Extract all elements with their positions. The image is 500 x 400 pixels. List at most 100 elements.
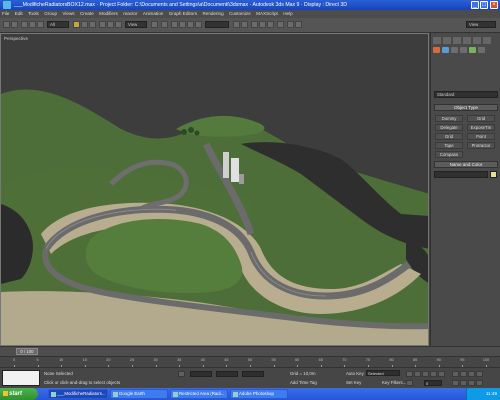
menu-modifiers[interactable]: Modifiers bbox=[99, 11, 118, 16]
start-button[interactable]: start bbox=[0, 388, 38, 400]
delegate-button[interactable]: Delegate bbox=[435, 124, 463, 131]
redo-icon[interactable] bbox=[11, 21, 18, 28]
helpers-icon[interactable] bbox=[469, 47, 476, 53]
snaps-toggle-icon[interactable] bbox=[171, 21, 178, 28]
space-warps-icon[interactable] bbox=[478, 47, 485, 53]
close-button[interactable]: × bbox=[490, 1, 498, 9]
dummy-button[interactable]: Dummy bbox=[435, 115, 463, 122]
exposetm-button[interactable]: ExposeTm bbox=[467, 124, 495, 131]
menu-group[interactable]: Group bbox=[44, 11, 57, 16]
helper-category-dropdown[interactable]: Standard bbox=[434, 91, 498, 98]
material-editor-icon[interactable] bbox=[277, 21, 284, 28]
current-frame-field[interactable]: 0 bbox=[424, 380, 442, 386]
unlink-icon[interactable] bbox=[29, 21, 36, 28]
select-manipulate-icon[interactable] bbox=[161, 21, 168, 28]
render-scene-icon[interactable] bbox=[287, 21, 294, 28]
grid-button-2[interactable]: Grid bbox=[435, 133, 463, 140]
undo-icon[interactable] bbox=[3, 21, 10, 28]
maxscript-listener-mini[interactable] bbox=[2, 370, 40, 386]
point-button[interactable]: Point bbox=[467, 133, 495, 140]
menu-edit[interactable]: Edit bbox=[15, 11, 23, 16]
selection-filter-dropdown[interactable]: All bbox=[47, 21, 69, 28]
protractor-button[interactable]: Protractor bbox=[467, 142, 495, 149]
menu-maxscript[interactable]: MAXScript bbox=[256, 11, 278, 16]
taskbar-item-photoshop[interactable]: Adobe Photoshop bbox=[230, 389, 288, 399]
align-icon[interactable] bbox=[241, 21, 248, 28]
zoom-extents-all-icon[interactable] bbox=[476, 371, 483, 377]
quick-render-icon[interactable] bbox=[295, 21, 302, 28]
key-mode-toggle-icon[interactable] bbox=[406, 380, 413, 386]
name-and-color-rollout[interactable]: Name and Color bbox=[434, 161, 498, 168]
object-name-field[interactable] bbox=[434, 171, 488, 178]
zoom-icon[interactable] bbox=[452, 371, 459, 377]
motion-tab-icon[interactable] bbox=[463, 37, 471, 44]
taskbar-item-google-earth[interactable]: Google Earth bbox=[110, 389, 168, 399]
menu-graph-editors[interactable]: Graph Editors bbox=[169, 11, 197, 16]
menu-create[interactable]: Create bbox=[80, 11, 94, 16]
previous-frame-icon[interactable] bbox=[414, 371, 421, 377]
select-by-name-icon[interactable] bbox=[81, 21, 88, 28]
goto-end-icon[interactable] bbox=[438, 371, 445, 377]
maximize-button[interactable]: □ bbox=[480, 1, 488, 9]
lock-selection-icon[interactable] bbox=[178, 371, 185, 377]
rectangle-selection-icon[interactable] bbox=[89, 21, 96, 28]
z-coordinate-field[interactable] bbox=[242, 371, 264, 377]
object-type-rollout[interactable]: Object Type bbox=[434, 104, 498, 111]
menu-rendering[interactable]: Rendering bbox=[202, 11, 223, 16]
next-frame-icon[interactable] bbox=[430, 371, 437, 377]
menu-file[interactable]: File bbox=[2, 11, 9, 16]
menu-animation[interactable]: Animation bbox=[143, 11, 163, 16]
shapes-icon[interactable] bbox=[442, 47, 449, 53]
zoom-extents-icon[interactable] bbox=[468, 371, 475, 377]
menu-help[interactable]: Help bbox=[283, 11, 292, 16]
named-selection-sets-dropdown[interactable] bbox=[205, 21, 229, 28]
taskbar-item-3dsmax[interactable]: ___ModificheRadiators... bbox=[48, 389, 108, 399]
key-mode-dropdown[interactable]: Selected bbox=[366, 370, 400, 376]
play-icon[interactable] bbox=[422, 371, 429, 377]
tape-button[interactable]: Tape bbox=[435, 142, 463, 149]
y-coordinate-field[interactable] bbox=[216, 371, 238, 377]
time-slider[interactable]: 0 / 100 bbox=[16, 348, 38, 355]
key-filters-button[interactable]: Key Filters... bbox=[382, 380, 406, 385]
reference-coordinate-dropdown[interactable]: View bbox=[125, 21, 147, 28]
taskbar-item-browser[interactable]: Restricted Area (Radi... bbox=[170, 389, 228, 399]
field-of-view-icon[interactable] bbox=[452, 380, 459, 386]
select-move-icon[interactable] bbox=[99, 21, 106, 28]
geometry-icon[interactable] bbox=[433, 47, 440, 53]
maximize-viewport-icon[interactable] bbox=[476, 380, 483, 386]
goto-start-icon[interactable] bbox=[406, 371, 413, 377]
add-time-tag-button[interactable]: Add Time Tag bbox=[290, 380, 317, 385]
curve-editor-icon[interactable] bbox=[259, 21, 266, 28]
angle-snap-icon[interactable] bbox=[179, 21, 186, 28]
lights-icon[interactable] bbox=[451, 47, 458, 53]
viewport-label[interactable]: Perspective bbox=[4, 36, 28, 41]
create-tab-icon[interactable] bbox=[433, 37, 441, 44]
schematic-view-icon[interactable] bbox=[267, 21, 274, 28]
perspective-viewport[interactable]: Perspective bbox=[0, 33, 429, 346]
menu-reactor[interactable]: reactor bbox=[123, 11, 137, 16]
object-color-swatch[interactable] bbox=[490, 171, 497, 178]
menu-customize[interactable]: Customize bbox=[229, 11, 251, 16]
select-rotate-icon[interactable] bbox=[107, 21, 114, 28]
orbit-icon[interactable] bbox=[468, 380, 475, 386]
menu-views[interactable]: Views bbox=[62, 11, 74, 16]
hierarchy-tab-icon[interactable] bbox=[453, 37, 461, 44]
grid-button[interactable]: Grid bbox=[467, 115, 495, 122]
pivot-center-icon[interactable] bbox=[151, 21, 158, 28]
select-link-icon[interactable] bbox=[21, 21, 28, 28]
bind-space-warp-icon[interactable] bbox=[37, 21, 44, 28]
pan-icon[interactable] bbox=[460, 380, 467, 386]
mirror-icon[interactable] bbox=[233, 21, 240, 28]
display-tab-icon[interactable] bbox=[473, 37, 481, 44]
select-scale-icon[interactable] bbox=[115, 21, 122, 28]
select-object-icon[interactable] bbox=[73, 21, 80, 28]
cameras-icon[interactable] bbox=[460, 47, 467, 53]
auto-key-button[interactable]: Auto Key bbox=[346, 371, 364, 376]
set-key-button[interactable]: Set Key bbox=[346, 380, 361, 385]
modify-tab-icon[interactable] bbox=[443, 37, 451, 44]
menu-tools[interactable]: Tools bbox=[28, 11, 39, 16]
x-coordinate-field[interactable] bbox=[190, 371, 212, 377]
zoom-all-icon[interactable] bbox=[460, 371, 467, 377]
render-type-dropdown[interactable]: View bbox=[466, 21, 496, 28]
utilities-tab-icon[interactable] bbox=[483, 37, 491, 44]
